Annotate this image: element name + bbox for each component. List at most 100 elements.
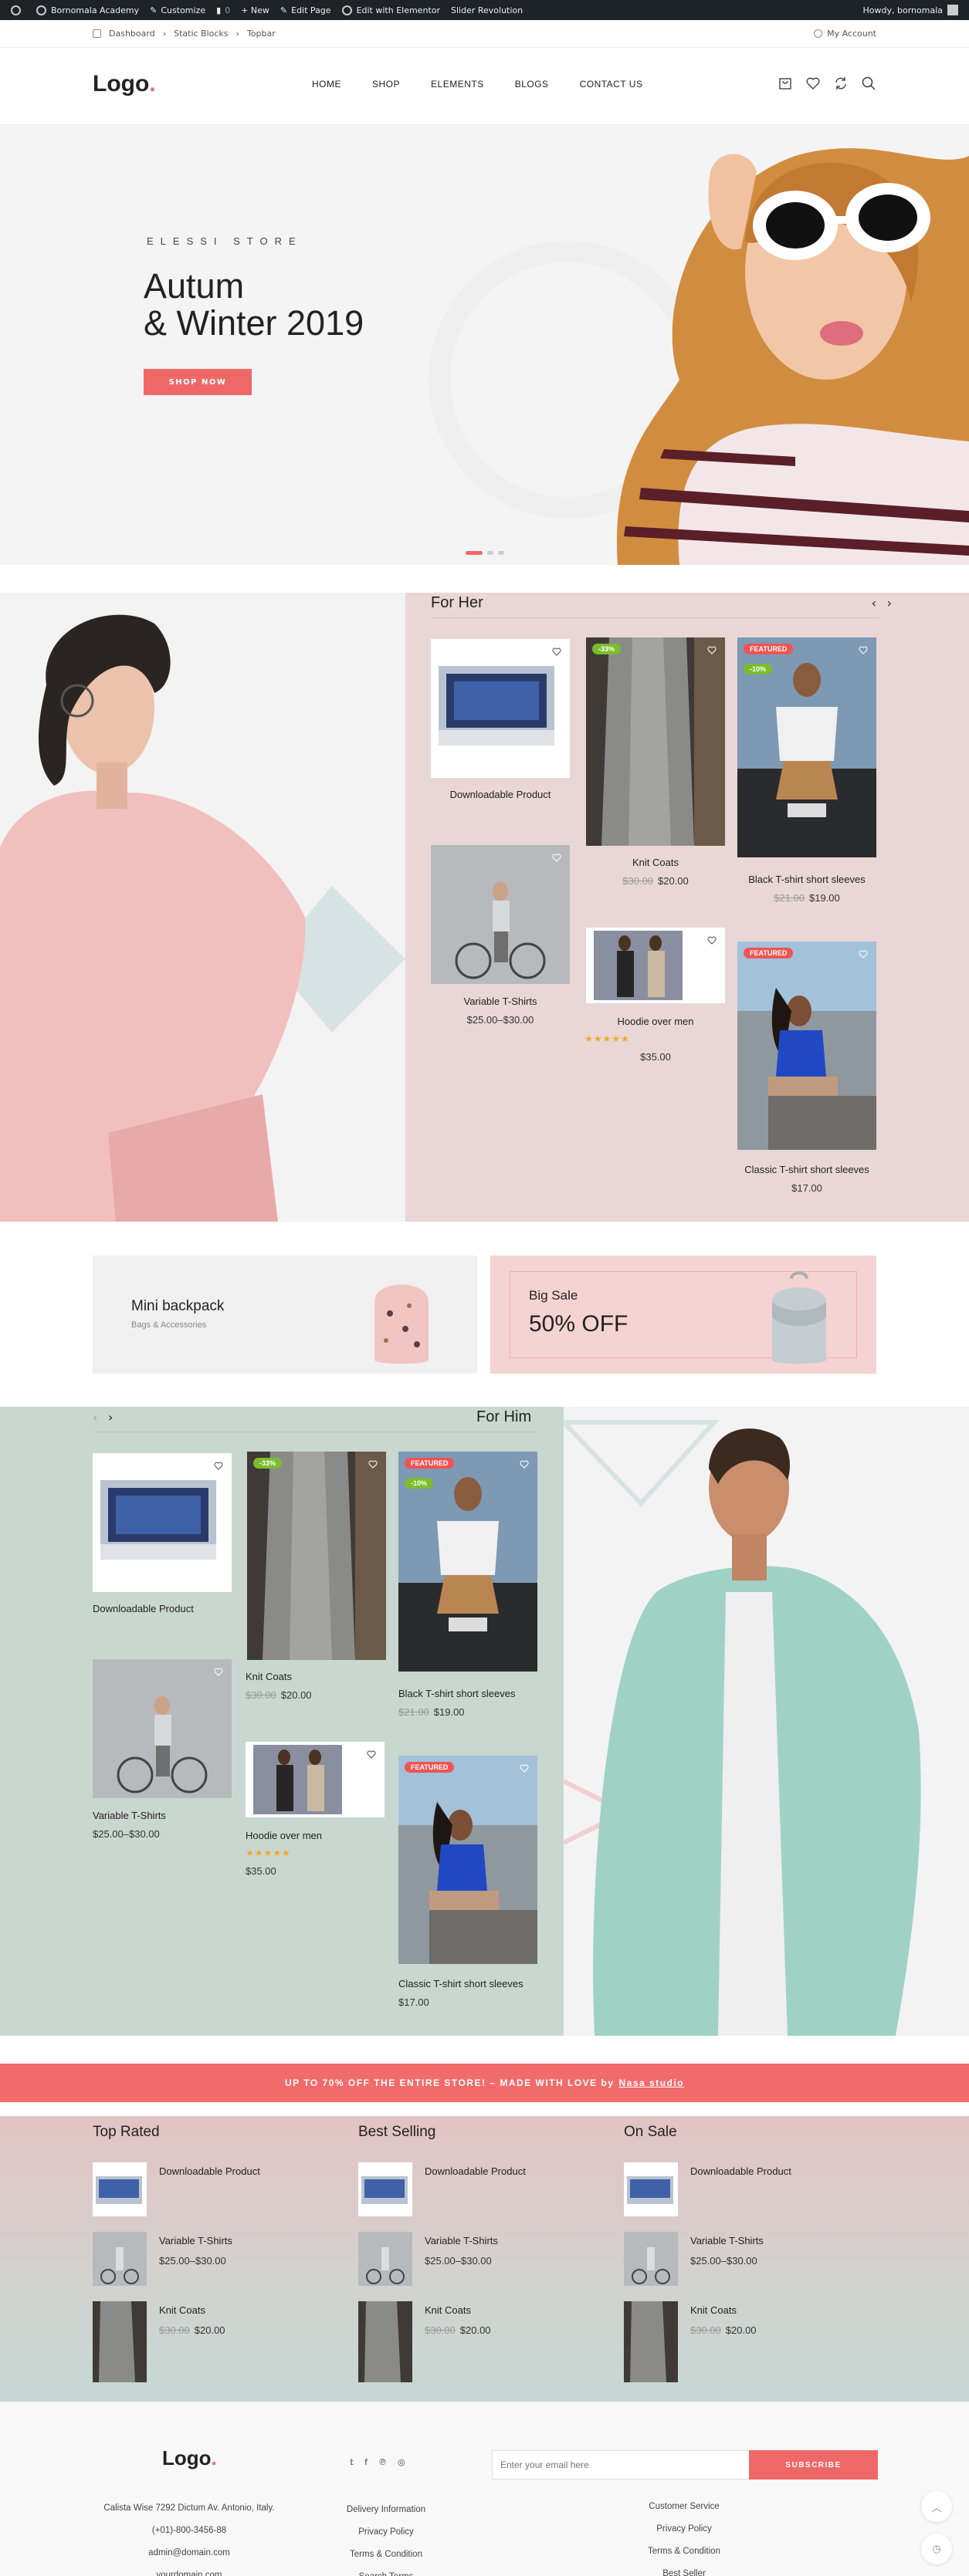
list-item[interactable]: Knit Coats $30.00 $20.00: [624, 2301, 879, 2382]
footer-phone[interactable]: (+01)-800-3456-88: [85, 2520, 293, 2542]
facebook-icon[interactable]: f: [364, 2457, 368, 2467]
product-name[interactable]: Black T-shirt short sleeves: [398, 1688, 515, 1699]
list-item[interactable]: Downloadable Product: [624, 2162, 879, 2216]
footer-link[interactable]: Delivery Information: [309, 2499, 463, 2521]
wishlist-heart-icon[interactable]: [858, 949, 869, 959]
list-thumb[interactable]: [624, 2162, 678, 2216]
admin-comments-link[interactable]: ▮ 0: [216, 5, 230, 15]
product-image[interactable]: FEATURED -10%: [398, 1452, 537, 1672]
wishlist-heart-icon[interactable]: [858, 645, 869, 655]
product-name[interactable]: Knit Coats: [246, 1671, 292, 1682]
list-thumb[interactable]: [358, 2162, 412, 2216]
mini-backpack-banner[interactable]: Mini backpack Bags & Accessories: [93, 1256, 477, 1374]
admin-site-link[interactable]: Bornomala Academy: [36, 5, 139, 15]
shop-now-button[interactable]: SHOP NOW: [144, 369, 252, 395]
list-item-name[interactable]: Downloadable Product: [690, 2165, 791, 2177]
subscribe-button[interactable]: SUBSCRIBE: [749, 2450, 878, 2480]
admin-edit-elementor-link[interactable]: Edit with Elementor: [341, 5, 440, 15]
footer-logo[interactable]: Logo.: [162, 2446, 217, 2470]
wishlist-heart-icon[interactable]: [551, 853, 562, 863]
wishlist-heart-icon[interactable]: [551, 647, 562, 657]
list-item-name[interactable]: Variable T-Shirts: [690, 2235, 764, 2246]
wishlist-heart-icon[interactable]: [519, 1763, 530, 1773]
my-account-link[interactable]: My Account: [814, 29, 876, 39]
wishlist-heart-icon[interactable]: [368, 1459, 378, 1469]
list-item[interactable]: Knit Coats $30.00 $20.00: [358, 2301, 613, 2382]
list-item[interactable]: Downloadable Product: [358, 2162, 613, 2216]
compare-icon[interactable]: [833, 76, 849, 91]
product-name[interactable]: Hoodie over men: [586, 1016, 725, 1027]
wishlist-heart-icon[interactable]: [706, 645, 717, 655]
prev-arrow-icon[interactable]: ‹: [93, 1410, 97, 1425]
footer-link[interactable]: Best Seller: [607, 2563, 761, 2576]
crumb-dashboard[interactable]: Dashboard: [109, 29, 155, 39]
list-item-name[interactable]: Downloadable Product: [425, 2165, 526, 2177]
product-image[interactable]: [93, 1659, 232, 1798]
list-thumb[interactable]: [624, 2301, 678, 2382]
list-item-name[interactable]: Knit Coats: [159, 2304, 205, 2316]
list-thumb[interactable]: [93, 2232, 147, 2286]
wishlist-heart-icon[interactable]: [519, 1459, 530, 1469]
list-item-name[interactable]: Knit Coats: [425, 2304, 471, 2316]
scroll-top-button[interactable]: ︿: [921, 2491, 952, 2522]
product-name[interactable]: Downloadable Product: [431, 789, 570, 800]
product-name[interactable]: Variable T-Shirts: [93, 1810, 166, 1821]
slider-dot-1[interactable]: [466, 551, 483, 555]
product-name[interactable]: Classic T-shirt short sleeves: [398, 1978, 523, 1989]
product-image[interactable]: [586, 928, 725, 1003]
list-item[interactable]: Variable T-Shirts $25.00–$30.00: [93, 2232, 347, 2286]
list-thumb[interactable]: [93, 2162, 147, 2216]
list-item[interactable]: Variable T-Shirts $25.00–$30.00: [358, 2232, 613, 2286]
product-image[interactable]: [246, 1742, 385, 1817]
newsletter-email-input[interactable]: [492, 2450, 750, 2480]
footer-link[interactable]: Customer Service: [607, 2496, 761, 2518]
list-item[interactable]: Knit Coats $30.00 $20.00: [93, 2301, 347, 2382]
nav-shop[interactable]: SHOP: [372, 79, 400, 90]
heart-icon[interactable]: [805, 76, 821, 91]
admin-user-menu[interactable]: Howdy, bornomala: [863, 5, 958, 15]
product-name[interactable]: Downloadable Product: [93, 1603, 194, 1614]
admin-slider-link[interactable]: Slider Revolution: [451, 5, 523, 15]
big-sale-banner[interactable]: Big Sale 50% OFF: [490, 1256, 876, 1374]
product-name[interactable]: Variable T-Shirts: [431, 996, 570, 1007]
prev-arrow-icon[interactable]: ‹: [872, 596, 876, 610]
pinterest-icon[interactable]: ℗: [378, 2457, 387, 2467]
admin-edit-page-link[interactable]: ✎ Edit Page: [280, 5, 331, 15]
list-thumb[interactable]: [358, 2301, 412, 2382]
product-image[interactable]: [431, 845, 570, 984]
recent-view-button[interactable]: ◷: [921, 2534, 952, 2564]
product-name[interactable]: Black T-shirt short sleeves: [737, 874, 876, 885]
slider-dot-2[interactable]: [487, 551, 493, 555]
footer-link[interactable]: Terms & Condition: [607, 2541, 761, 2563]
wishlist-heart-icon[interactable]: [366, 1749, 377, 1760]
next-arrow-icon[interactable]: ›: [887, 596, 892, 610]
footer-link[interactable]: Search Terms: [309, 2566, 463, 2576]
list-item-name[interactable]: Variable T-Shirts: [425, 2235, 498, 2246]
nav-elements[interactable]: ELEMENTS: [431, 79, 484, 90]
search-icon[interactable]: [861, 76, 876, 91]
twitter-icon[interactable]: 𝕥: [350, 2457, 354, 2467]
nav-blogs[interactable]: BLOGS: [515, 79, 549, 90]
list-thumb[interactable]: [358, 2232, 412, 2286]
promo-link[interactable]: Nasa studio: [619, 2077, 685, 2088]
product-name[interactable]: Knit Coats: [586, 857, 725, 868]
list-item-name[interactable]: Knit Coats: [690, 2304, 737, 2316]
wordpress-logo-icon[interactable]: [11, 5, 25, 15]
admin-new-link[interactable]: + New: [241, 5, 269, 15]
wishlist-heart-icon[interactable]: [213, 1461, 224, 1471]
product-image[interactable]: FEATURED: [398, 1756, 537, 1964]
slider-dot-3[interactable]: [498, 551, 504, 555]
product-image[interactable]: -33%: [247, 1452, 386, 1660]
product-image[interactable]: -33%: [586, 637, 725, 846]
list-item[interactable]: Downloadable Product: [93, 2162, 347, 2216]
crumb-static-blocks[interactable]: Static Blocks: [174, 29, 228, 39]
nav-home[interactable]: HOME: [312, 79, 341, 90]
footer-link[interactable]: Terms & Condition: [309, 2544, 463, 2566]
wishlist-heart-icon[interactable]: [213, 1667, 224, 1677]
list-item-name[interactable]: Variable T-Shirts: [159, 2235, 232, 2246]
wishlist-heart-icon[interactable]: [706, 935, 717, 945]
footer-website[interactable]: yourdomain.com: [85, 2564, 293, 2576]
product-name[interactable]: Classic T-shirt short sleeves: [737, 1164, 876, 1175]
list-thumb[interactable]: [93, 2301, 147, 2382]
list-item[interactable]: Variable T-Shirts $25.00–$30.00: [624, 2232, 879, 2286]
